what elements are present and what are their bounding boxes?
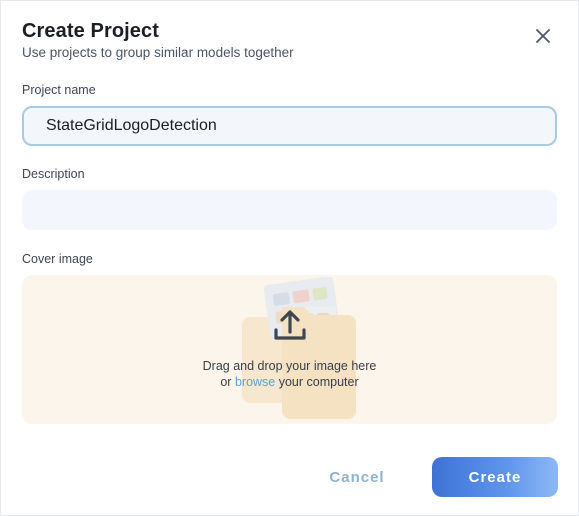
description-input[interactable] [22, 190, 557, 230]
dropzone-instructions: Drag and drop your image here [202, 359, 377, 373]
cover-image-dropzone[interactable]: Drag and drop your image here or browse … [22, 275, 557, 424]
create-project-dialog: Create Project Use projects to group sim… [0, 0, 579, 516]
dropzone-browse-line: or browse your computer [22, 375, 557, 389]
folder-illustration-icon [242, 277, 356, 419]
close-icon [536, 29, 550, 43]
dropzone-or-text: or [220, 375, 232, 389]
dialog-subtitle: Use projects to group similar models tog… [22, 45, 294, 60]
project-name-input[interactable] [22, 106, 557, 146]
dialog-title: Create Project [22, 20, 160, 42]
upload-icon [274, 310, 306, 340]
description-label: Description [22, 167, 85, 181]
browse-link[interactable]: browse [235, 375, 275, 389]
dropzone-computer-text: your computer [278, 375, 359, 389]
project-name-label: Project name [22, 83, 96, 97]
cover-image-label: Cover image [22, 252, 93, 266]
close-button[interactable] [532, 25, 554, 47]
create-button[interactable]: Create [432, 457, 558, 497]
cancel-button[interactable]: Cancel [321, 459, 393, 495]
